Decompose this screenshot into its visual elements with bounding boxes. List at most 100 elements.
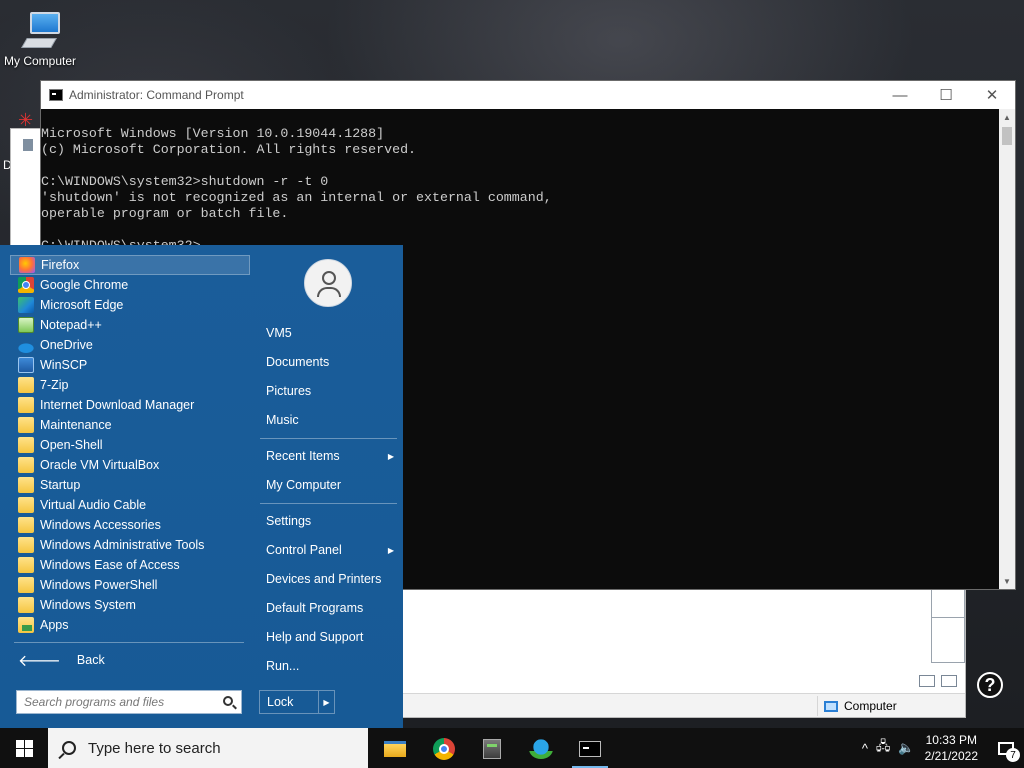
- program-item-maintenance[interactable]: Maintenance: [10, 415, 250, 435]
- program-label: Windows Ease of Access: [40, 558, 180, 572]
- network-icon[interactable]: 🖧: [872, 737, 895, 759]
- menu-item-label: Devices and Printers: [266, 572, 382, 586]
- program-item-apps[interactable]: Apps: [10, 615, 250, 635]
- window-glyph-icon: [23, 139, 33, 151]
- firefox-icon: [19, 257, 35, 273]
- menu-item-default-programs[interactable]: Default Programs: [266, 598, 396, 618]
- program-item-virtual-audio-cable[interactable]: Virtual Audio Cable: [10, 495, 250, 515]
- desktop-icon-my-computer[interactable]: My Computer: [2, 8, 78, 68]
- program-item-windows-ease-of-access[interactable]: Windows Ease of Access: [10, 555, 250, 575]
- chrome-icon: [18, 277, 34, 293]
- folder-icon: [18, 537, 34, 553]
- volume-icon[interactable]: 🔈: [894, 740, 918, 756]
- window-title: Administrator: Command Prompt: [69, 88, 244, 102]
- chrome-icon: [433, 738, 455, 760]
- program-item-chrome[interactable]: Google Chrome: [10, 275, 250, 295]
- folder-icon: [18, 497, 34, 513]
- scroll-down-icon[interactable]: ▼: [999, 573, 1015, 589]
- vertical-scrollbar[interactable]: ▲ ▼: [999, 109, 1015, 589]
- user-avatar-icon[interactable]: [304, 259, 352, 307]
- large-icons-view-icon[interactable]: [941, 675, 957, 687]
- menu-item-my-computer[interactable]: My Computer: [266, 475, 396, 495]
- start-search-box[interactable]: [16, 690, 242, 714]
- menu-item-devices-printers[interactable]: Devices and Printers: [266, 569, 396, 589]
- folder-icon: [18, 577, 34, 593]
- console-line: Microsoft Windows [Version 10.0.19044.12…: [41, 126, 385, 141]
- preview-thumbnail[interactable]: [931, 617, 965, 663]
- program-item-open-shell[interactable]: Open-Shell: [10, 435, 250, 455]
- program-item-onedrive[interactable]: OneDrive: [10, 335, 250, 355]
- chevron-up-icon[interactable]: ^: [858, 741, 872, 756]
- program-label: Virtual Audio Cable: [40, 498, 147, 512]
- back-button[interactable]: 🡐 Back: [18, 650, 105, 670]
- maximize-button[interactable]: ☐: [923, 81, 969, 109]
- cmd-icon: [49, 89, 63, 101]
- taskbar-app-chrome[interactable]: [422, 732, 466, 766]
- divider: [260, 438, 397, 439]
- menu-item-recent-items[interactable]: Recent Items ▶: [266, 446, 396, 466]
- search-input[interactable]: [17, 695, 217, 709]
- program-item-notepad[interactable]: Notepad++: [10, 315, 250, 335]
- menu-item-settings[interactable]: Settings: [266, 511, 396, 531]
- menu-item-user[interactable]: VM5: [266, 323, 396, 343]
- menu-item-pictures[interactable]: Pictures: [266, 381, 396, 401]
- menu-item-run[interactable]: Run...: [266, 656, 396, 676]
- program-item-windows-system[interactable]: Windows System: [10, 595, 250, 615]
- program-label: Windows PowerShell: [40, 578, 158, 592]
- menu-item-label: Settings: [266, 514, 312, 528]
- folder-icon: [18, 397, 34, 413]
- taskbar: Type here to search ^ 🖧 🔈 10:33 PM 2/21/…: [0, 728, 1024, 768]
- taskbar-app-archive[interactable]: [470, 732, 514, 766]
- window-titlebar[interactable]: Administrator: Command Prompt — ☐ ✕: [41, 81, 1015, 109]
- taskbar-app-idm[interactable]: [519, 732, 563, 766]
- menu-item-label: Documents: [266, 355, 330, 369]
- scroll-thumb[interactable]: [1002, 127, 1012, 145]
- start-menu: Firefox Google Chrome Microsoft Edge Not…: [0, 245, 403, 728]
- close-button[interactable]: ✕: [969, 81, 1015, 109]
- search-icon[interactable]: [217, 691, 241, 713]
- taskbar-app-cmd[interactable]: [568, 732, 612, 768]
- folder-icon: [18, 437, 34, 453]
- program-item-virtualbox[interactable]: Oracle VM VirtualBox: [10, 455, 250, 475]
- program-item-edge[interactable]: Microsoft Edge: [10, 295, 250, 315]
- menu-item-help-support[interactable]: Help and Support: [266, 627, 396, 647]
- program-label: Maintenance: [40, 418, 112, 432]
- program-item-windows-powershell[interactable]: Windows PowerShell: [10, 575, 250, 595]
- start-button[interactable]: [0, 728, 48, 768]
- program-item-startup[interactable]: Startup: [10, 475, 250, 495]
- desktop-icon-label: My Computer: [3, 54, 77, 68]
- chevron-right-icon[interactable]: ▶: [318, 691, 334, 713]
- status-computer-label: Computer: [844, 699, 897, 713]
- program-label: 7-Zip: [40, 378, 69, 392]
- program-item-winscp[interactable]: WinSCP: [10, 355, 250, 375]
- start-menu-places-pane: VM5 Documents Pictures Music Recent Item…: [255, 245, 403, 728]
- minimize-button[interactable]: —: [877, 81, 923, 109]
- help-icon[interactable]: ?: [977, 672, 1003, 698]
- menu-item-documents[interactable]: Documents: [266, 352, 396, 372]
- taskbar-app-file-explorer[interactable]: [373, 732, 417, 766]
- menu-item-label: Pictures: [266, 384, 312, 398]
- back-label: Back: [76, 653, 105, 667]
- program-label: Oracle VM VirtualBox: [40, 458, 160, 472]
- console-line: operable program or batch file.: [41, 206, 289, 221]
- idm-icon: [529, 739, 553, 759]
- clock[interactable]: 10:33 PM 2/21/2022: [919, 732, 988, 764]
- program-item-windows-accessories[interactable]: Windows Accessories: [10, 515, 250, 535]
- scroll-up-icon[interactable]: ▲: [999, 109, 1015, 125]
- program-item-idm[interactable]: Internet Download Manager: [10, 395, 250, 415]
- program-item-firefox[interactable]: Firefox: [10, 255, 250, 275]
- lock-button[interactable]: Lock ▶: [259, 690, 335, 714]
- menu-item-music[interactable]: Music: [266, 410, 396, 430]
- program-label: Open-Shell: [40, 438, 103, 452]
- taskbar-search-text: Type here to search: [88, 739, 221, 757]
- folder-icon: [18, 457, 34, 473]
- system-tray: ^ 🖧 🔈 10:33 PM 2/21/2022 7: [858, 728, 1024, 768]
- program-item-7zip[interactable]: 7-Zip: [10, 375, 250, 395]
- details-view-icon[interactable]: [919, 675, 935, 687]
- menu-item-control-panel[interactable]: Control Panel ▶: [266, 540, 396, 560]
- notifications-button[interactable]: 7: [988, 728, 1024, 768]
- program-item-windows-admin-tools[interactable]: Windows Administrative Tools: [10, 535, 250, 555]
- taskbar-search-box[interactable]: Type here to search: [48, 728, 368, 768]
- program-label: Windows Administrative Tools: [40, 538, 205, 552]
